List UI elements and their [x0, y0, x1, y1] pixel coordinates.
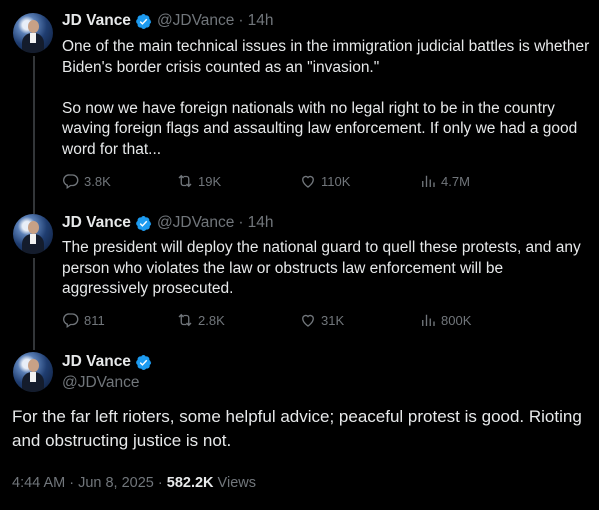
- views-count: 800K: [441, 312, 472, 328]
- like-icon: [302, 175, 314, 188]
- tweet-header: JD Vance @JDVance · 14h: [62, 12, 273, 30]
- repost-count: 19K: [198, 173, 222, 189]
- author-handle[interactable]: @JDVance: [157, 12, 234, 30]
- tweet-text: One of the main technical issues in the …: [62, 37, 592, 160]
- views-label: Views: [213, 475, 256, 491]
- reply-count: 811: [84, 312, 105, 328]
- reply-button[interactable]: 811: [62, 311, 105, 329]
- repost-icon: [178, 174, 192, 188]
- tweet-header: JD Vance @JDVance · 14h: [62, 214, 273, 232]
- avatar[interactable]: [13, 214, 53, 254]
- views-button[interactable]: 800K: [419, 311, 471, 329]
- tweet-time[interactable]: 14h: [248, 214, 274, 232]
- tweet-meta: 4:44 AM · Jun 8, 2025 · 582.2K Views: [12, 475, 256, 491]
- like-count: 110K: [321, 173, 351, 189]
- tweet-actions: 811 2.8K 31K 800K: [62, 311, 562, 331]
- author-name[interactable]: JD Vance: [62, 353, 131, 371]
- like-button[interactable]: 31K: [299, 311, 344, 329]
- tweet-actions: 3.8K 19K 110K 4.7M: [62, 172, 562, 192]
- views-count: 4.7M: [441, 173, 470, 189]
- reply-count: 3.8K: [84, 173, 111, 189]
- views-button[interactable]: 4.7M: [419, 172, 470, 190]
- tweet-paragraph: One of the main technical issues in the …: [62, 38, 590, 76]
- tweet-timestamp[interactable]: 4:44 AM · Jun 8, 2025 ·: [12, 475, 167, 491]
- verified-badge-icon: [136, 354, 152, 370]
- tweet-text: The president will deploy the national g…: [62, 238, 592, 300]
- reply-icon: [62, 313, 79, 329]
- repost-button[interactable]: 19K: [176, 172, 221, 190]
- separator-dot: ·: [238, 214, 244, 231]
- avatar[interactable]: [13, 352, 53, 392]
- like-count: 31K: [321, 312, 345, 328]
- like-button[interactable]: 110K: [299, 172, 350, 190]
- main-tweet-text: For the far left rioters, some helpful a…: [12, 407, 582, 450]
- tweet-header: JD Vance: [62, 353, 157, 371]
- verified-badge-icon: [136, 215, 152, 231]
- views-total: 582.2K: [166, 475, 214, 491]
- thread-line: [33, 56, 35, 214]
- reply-button[interactable]: 3.8K: [62, 172, 111, 190]
- avatar[interactable]: [13, 13, 53, 53]
- separator-dot: ·: [238, 12, 244, 29]
- verified-badge-icon: [136, 13, 152, 29]
- like-icon: [302, 314, 314, 327]
- views-icon: [422, 314, 435, 326]
- author-name[interactable]: JD Vance: [62, 214, 131, 232]
- tweet-paragraph: So now we have foreign nationals with no…: [62, 99, 578, 158]
- views-icon: [422, 175, 435, 187]
- repost-count: 2.8K: [198, 312, 225, 328]
- author-handle[interactable]: @JDVance: [157, 214, 234, 232]
- thread-line: [33, 258, 35, 350]
- tweet-time[interactable]: 14h: [248, 12, 274, 30]
- reply-icon: [62, 174, 79, 190]
- author-handle[interactable]: @JDVance: [62, 374, 139, 392]
- handle-line: @JDVance: [62, 374, 139, 392]
- author-name[interactable]: JD Vance: [62, 12, 131, 30]
- repost-button[interactable]: 2.8K: [176, 311, 225, 329]
- repost-icon: [178, 313, 192, 327]
- tweet-paragraph: The president will deploy the national g…: [62, 239, 581, 297]
